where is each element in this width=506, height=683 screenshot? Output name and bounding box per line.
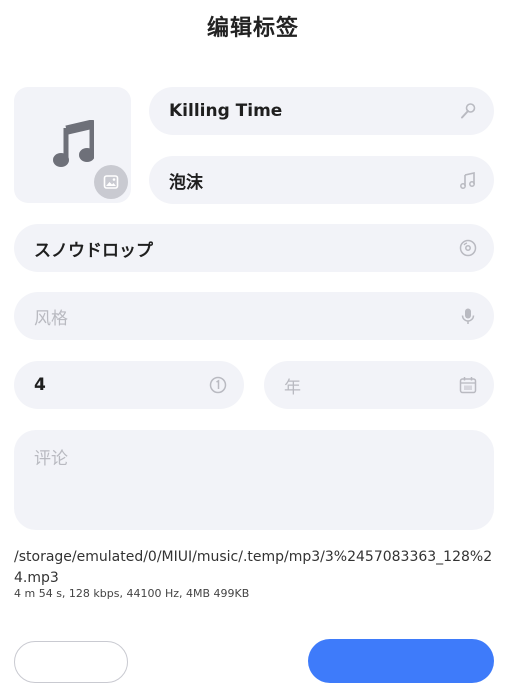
album-value: スノウドロップ	[34, 240, 153, 261]
confirm-button[interactable]	[308, 639, 494, 683]
artist-value: 泡沫	[169, 172, 203, 193]
file-path: /storage/emulated/0/MIUI/music/.temp/mp3…	[14, 549, 493, 586]
file-info: 4 m 54 s, 128 kbps, 44100 Hz, 4MB 499KB	[14, 587, 250, 600]
title-field[interactable]: Killing Time	[149, 87, 494, 135]
microphone-icon	[458, 306, 478, 326]
artist-field[interactable]: 泡沫	[149, 156, 494, 204]
track-number-field[interactable]: 4	[14, 361, 244, 409]
comment-field[interactable]: 评论	[14, 430, 494, 530]
music-note-icon	[53, 120, 94, 167]
microphone-icon	[458, 101, 478, 121]
disc-icon	[458, 238, 478, 258]
title-value: Killing Time	[169, 101, 283, 121]
music-note-icon	[458, 170, 478, 190]
number-circle-icon	[208, 375, 228, 395]
page-title: 编辑标签	[206, 16, 299, 41]
genre-placeholder: 风格	[34, 308, 68, 329]
year-field[interactable]: 年	[264, 361, 494, 409]
album-art[interactable]	[14, 87, 131, 203]
image-icon	[103, 175, 119, 189]
change-art-button[interactable]	[94, 165, 128, 199]
track-number-value: 4	[34, 375, 46, 395]
cancel-button[interactable]	[14, 641, 128, 683]
year-placeholder: 年	[284, 377, 301, 398]
calendar-icon	[458, 375, 478, 395]
genre-field[interactable]: 风格	[14, 292, 494, 340]
comment-placeholder: 评论	[34, 449, 68, 469]
album-field[interactable]: スノウドロップ	[14, 224, 494, 272]
